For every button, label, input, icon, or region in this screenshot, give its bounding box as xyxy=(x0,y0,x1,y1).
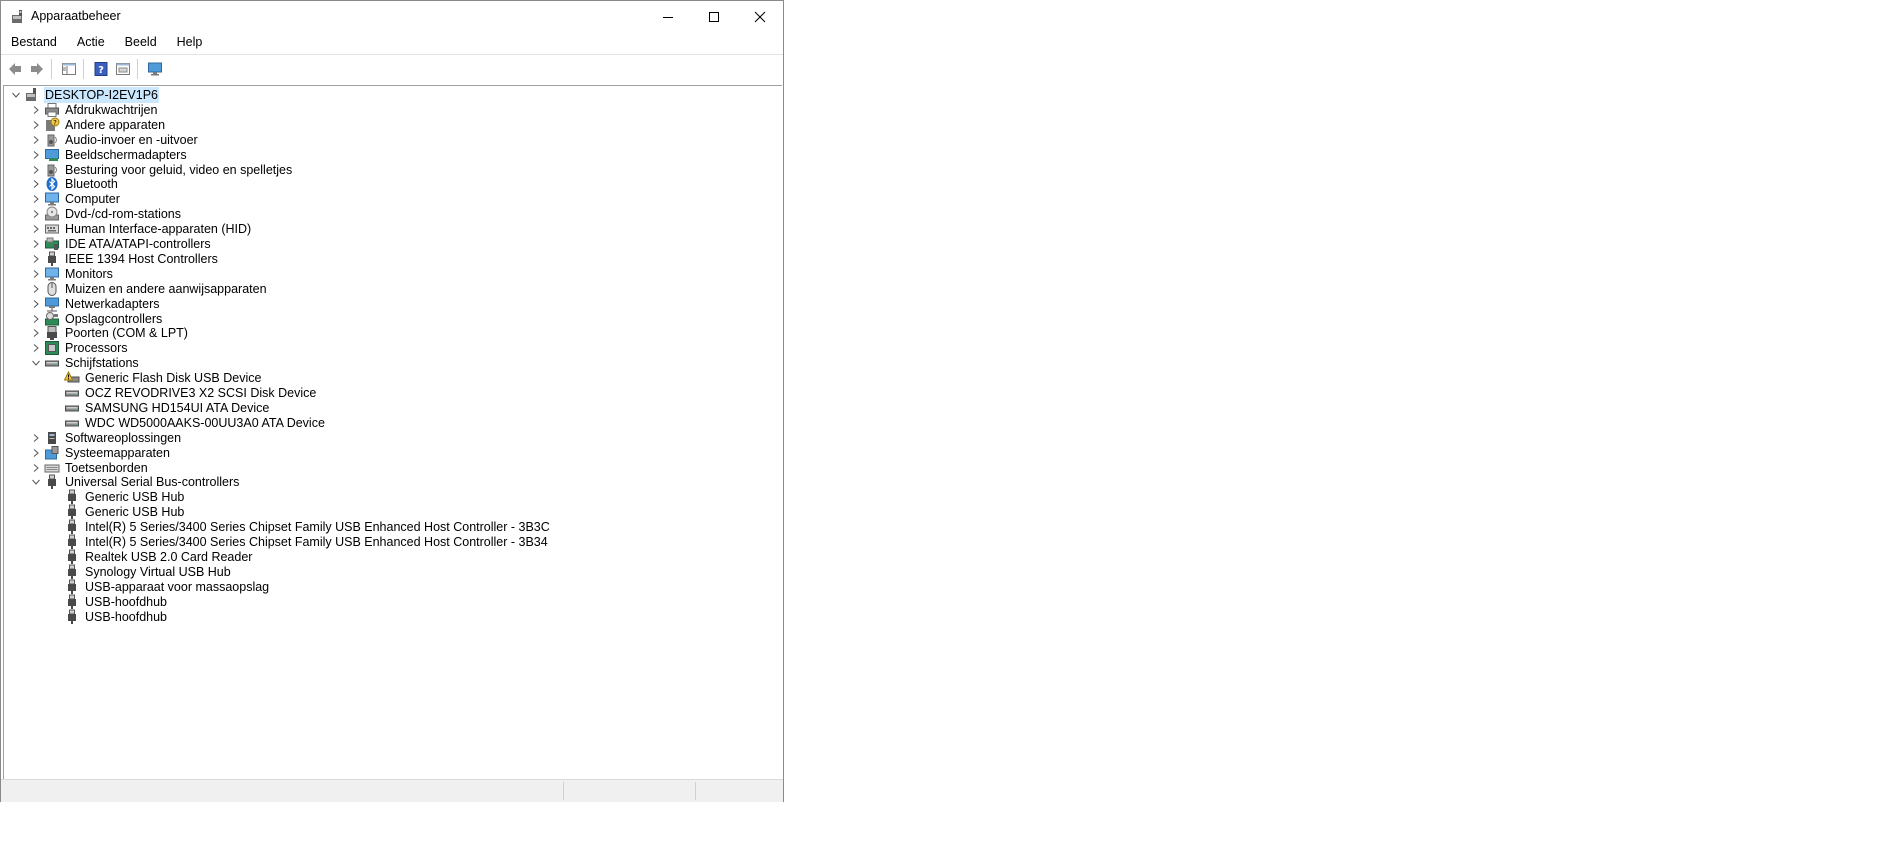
close-icon xyxy=(754,11,766,22)
chevron-right-icon xyxy=(33,344,39,353)
window-title: Apparaatbeheer xyxy=(31,9,121,23)
chevron-right-icon xyxy=(33,299,39,308)
chevron-right-icon xyxy=(33,106,39,114)
chevron-right-icon xyxy=(33,195,39,204)
tree-device-item[interactable]: USB-hoofdhub xyxy=(48,608,168,626)
menu-beeld[interactable]: Beeld xyxy=(115,32,167,54)
chevron-right-icon xyxy=(33,180,39,189)
menu-actie[interactable]: Actie xyxy=(67,32,115,54)
arrow-left-icon xyxy=(9,63,21,75)
chevron-right-icon xyxy=(33,120,39,129)
usb-plug-icon xyxy=(64,609,80,625)
menu-bar: Bestand Actie Beeld Help xyxy=(1,32,783,54)
status-pane xyxy=(563,782,564,800)
collapse-toggle[interactable] xyxy=(28,354,44,372)
chevron-down-icon xyxy=(32,360,40,366)
chevron-right-icon xyxy=(33,210,39,219)
chevron-right-icon xyxy=(33,240,39,248)
toolbar: ? xyxy=(1,55,783,82)
status-bar xyxy=(1,779,783,802)
arrow-right-icon xyxy=(31,63,43,75)
svg-text:?: ? xyxy=(98,65,104,76)
collapse-toggle[interactable] xyxy=(8,86,24,104)
chevron-right-icon xyxy=(33,225,39,233)
device-manager-app-icon xyxy=(10,9,26,25)
chevron-right-icon xyxy=(33,269,39,278)
menu-help[interactable]: Help xyxy=(167,32,213,54)
title-bar[interactable]: Apparaatbeheer xyxy=(1,1,783,32)
status-pane xyxy=(695,782,696,800)
device-tree[interactable]: DESKTOP-I2EV1P6 Afdrukwachtrijen? Andere a… xyxy=(3,85,782,780)
toolbar-separator xyxy=(51,59,52,79)
device-manager-window: Apparaatbeheer Bestand Actie Beeld Help … xyxy=(0,0,784,802)
maximize-button[interactable] xyxy=(691,1,737,32)
minimize-button[interactable] xyxy=(645,1,691,32)
chevron-right-icon xyxy=(33,165,39,174)
chevron-right-icon xyxy=(33,463,39,472)
chevron-right-icon xyxy=(33,329,39,338)
chevron-right-icon xyxy=(33,314,39,323)
minimize-icon xyxy=(663,16,673,18)
properties-icon xyxy=(116,63,130,75)
scan-hardware-icon xyxy=(148,62,162,76)
menu-bestand[interactable]: Bestand xyxy=(1,32,67,54)
svg-text:?: ? xyxy=(53,119,57,127)
show-hide-console-tree-button[interactable] xyxy=(59,59,79,79)
forward-button[interactable] xyxy=(27,59,47,79)
maximize-icon xyxy=(709,11,719,22)
toolbar-separator xyxy=(83,59,84,79)
chevron-right-icon xyxy=(33,255,39,263)
properties-button[interactable] xyxy=(113,59,133,79)
close-button[interactable] xyxy=(737,1,783,32)
back-button[interactable] xyxy=(5,59,25,79)
chevron-right-icon xyxy=(33,150,39,159)
tree-item-label: USB-hoofdhub xyxy=(85,609,168,624)
toolbar-separator xyxy=(137,59,138,79)
chevron-down-icon xyxy=(32,480,40,486)
collapse-toggle[interactable] xyxy=(28,473,44,491)
chevron-right-icon xyxy=(33,433,39,442)
chevron-right-icon xyxy=(33,135,39,144)
chevron-down-icon xyxy=(12,92,20,98)
chevron-right-icon xyxy=(33,448,39,457)
help-book-icon: ? xyxy=(94,62,108,76)
console-tree-icon xyxy=(62,63,76,75)
chevron-right-icon xyxy=(33,284,39,293)
help-button[interactable]: ? xyxy=(91,59,111,79)
scan-hardware-button[interactable] xyxy=(145,59,165,79)
